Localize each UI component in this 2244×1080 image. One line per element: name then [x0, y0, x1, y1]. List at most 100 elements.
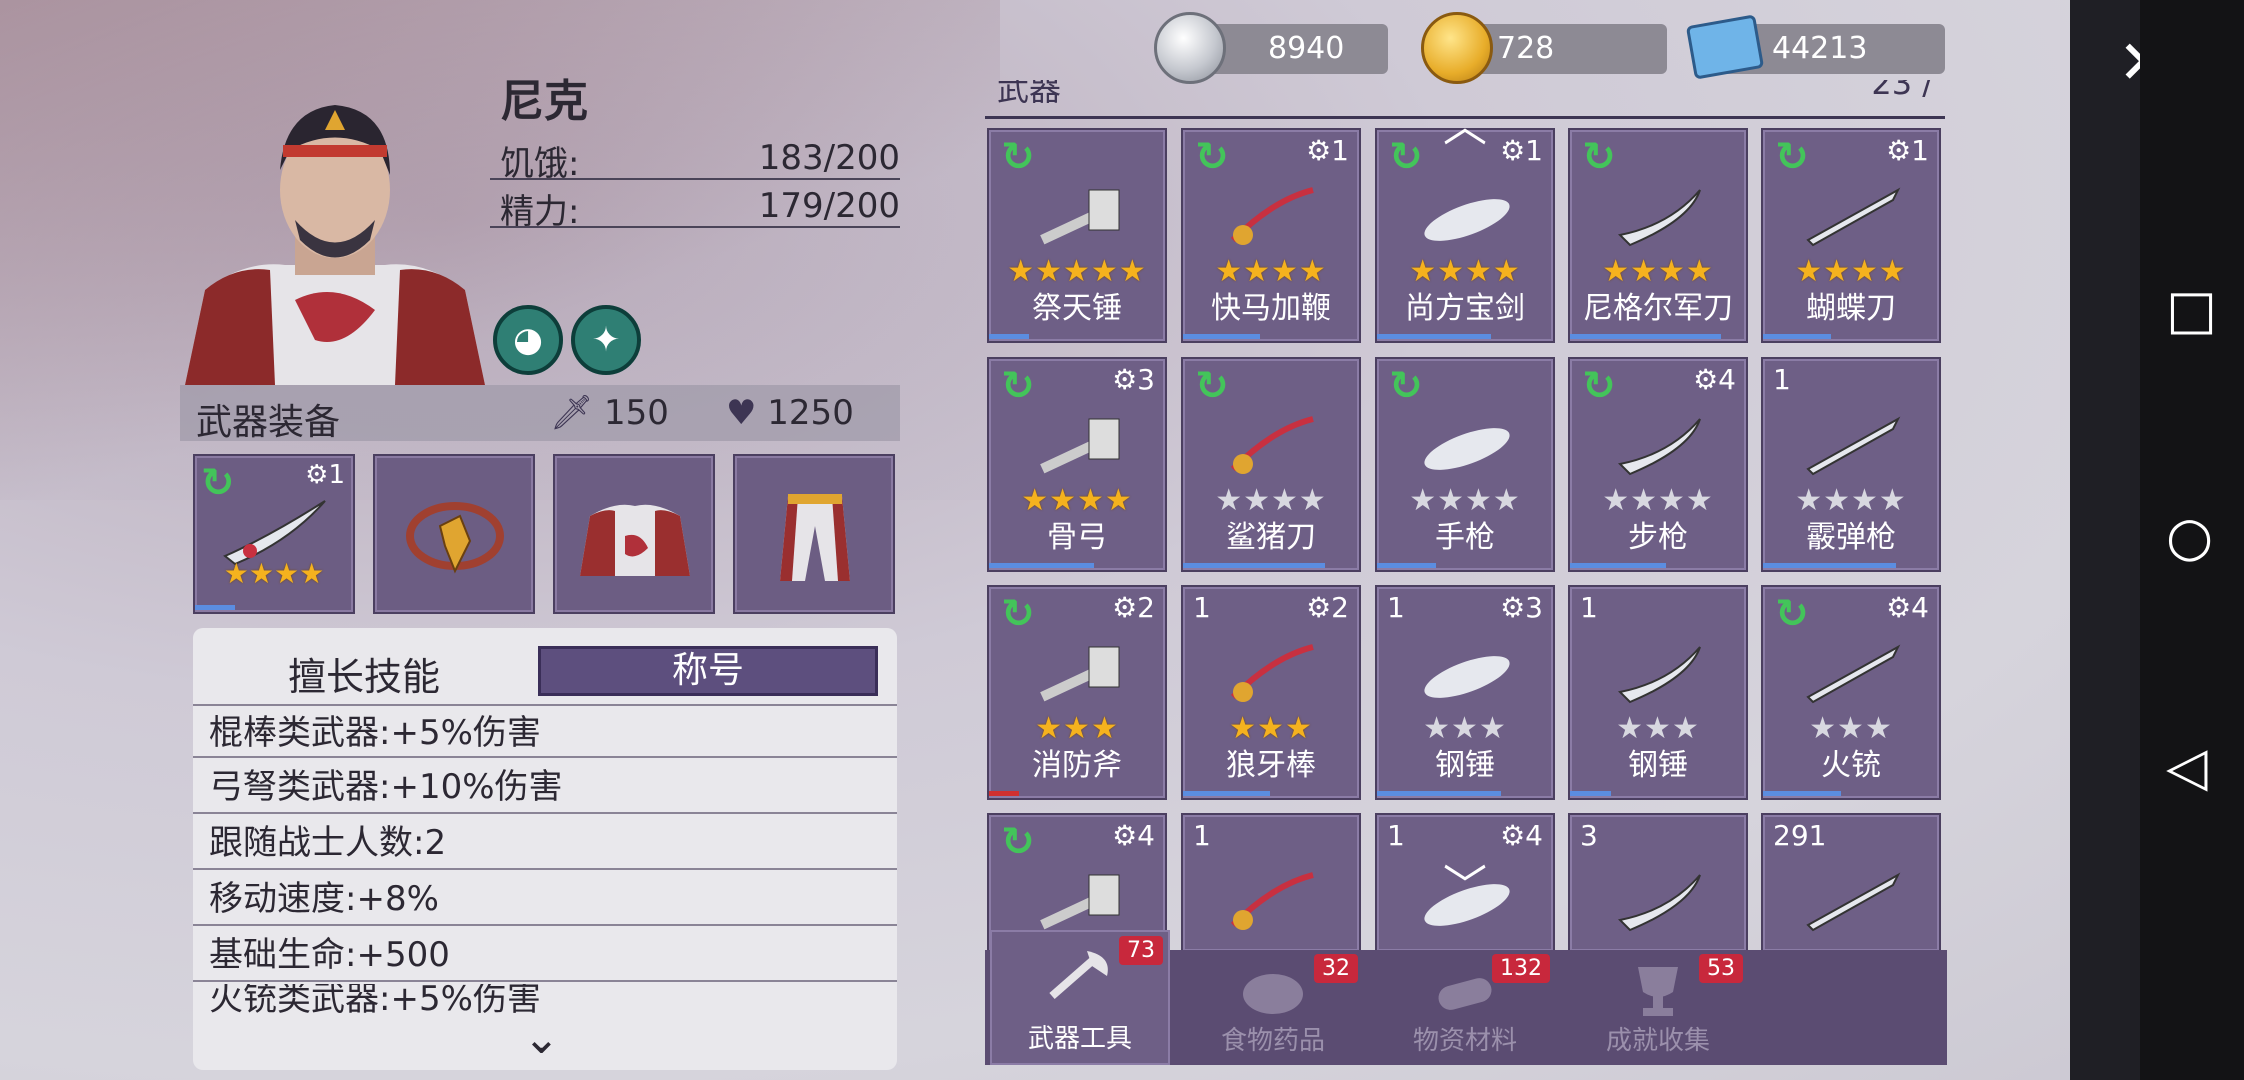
item-durability-bar — [989, 791, 1019, 796]
inventory-item-card[interactable]: 1 ★★★★ 霰弹枪 — [1761, 357, 1941, 572]
inventory-item-card[interactable]: ↻ ⚙2 ★★★ 消防斧 — [987, 585, 1167, 800]
inventory-item-card[interactable]: ↻ ★★★★ 手枪 — [1375, 357, 1555, 572]
refresh-icon: ↻ — [1001, 591, 1035, 637]
refresh-icon: ↻ — [1775, 134, 1809, 180]
gold-currency: 728 — [1421, 12, 1667, 84]
tab-materials[interactable]: 132 物资材料 — [1375, 950, 1555, 1065]
tab-skills[interactable]: 擅长技能 — [288, 646, 440, 701]
item-name: 狼牙棒 — [1226, 748, 1316, 783]
equip-slot-armor[interactable] — [553, 454, 715, 614]
armor-top-icon — [580, 504, 690, 576]
skill-row: 基础生命:+500 — [193, 928, 897, 982]
hunger-stat: 饥饿: 183/200 — [490, 132, 900, 184]
item-name: 鲨猪刀 — [1226, 520, 1316, 555]
item-durability-bar — [1377, 791, 1501, 796]
item-art-icon — [1424, 199, 1510, 241]
item-name: 快马加鞭 — [1211, 291, 1331, 326]
inventory-item-card[interactable]: ↻ ⚙3 ★★★★ 骨弓 — [987, 357, 1167, 572]
item-count: 1 — [1387, 591, 1405, 624]
item-art-icon — [1617, 418, 1701, 476]
inventory-item-card[interactable]: 1 — [1181, 813, 1361, 953]
item-count: 1 — [1193, 819, 1211, 852]
item-art-icon — [1806, 872, 1901, 932]
item-durability-bar — [1570, 334, 1721, 339]
inventory-item-card[interactable]: 1 ★★★ 钢锤 — [1568, 585, 1748, 800]
gold-coin-icon — [1421, 12, 1493, 84]
scroll-down-chevron-icon[interactable]: ⌄ — [523, 1013, 560, 1064]
tab-label: 食物药品 — [1220, 1026, 1325, 1056]
back-icon[interactable]: ◁ — [2166, 735, 2208, 798]
heart-icon: ♥ — [726, 393, 757, 433]
scroll-up-chevron-icon[interactable]: ︿ — [1425, 90, 1505, 152]
energy-stat: 精力: 179/200 — [490, 180, 900, 232]
refresh-icon: ↻ — [1582, 134, 1616, 180]
tab-title[interactable]: 称号 — [538, 646, 878, 696]
attack-value: 150 — [603, 393, 669, 433]
refresh-icon: ↻ — [1195, 363, 1229, 409]
inventory-item-card[interactable]: ↻ ⚙1 ★★★★ 蝴蝶刀 — [1761, 128, 1941, 343]
ticket-currency: 44213 — [1685, 14, 1945, 80]
weapon-level: ⚙1 — [305, 460, 345, 490]
inventory-category: 武器 — [997, 80, 1062, 108]
item-name: 手枪 — [1435, 520, 1495, 555]
inventory-item-card[interactable]: 1 ⚙2 ★★★ 狼牙棒 — [1181, 585, 1361, 800]
item-count: 1 — [1387, 819, 1405, 852]
recent-apps-icon[interactable]: □ — [2166, 278, 2217, 341]
item-art-icon — [1806, 416, 1901, 476]
inventory-item-card[interactable]: ↻ ⚙4 ★★★★ 步枪 — [1568, 357, 1748, 572]
sparkle-buff-icon[interactable]: ✦ — [571, 305, 641, 375]
stomach-buff-icon[interactable]: ◕ — [493, 305, 563, 375]
refresh-icon: ↻ — [1001, 819, 1035, 865]
inventory-item-card[interactable]: ↻ ⚙1 ★★★★ 尚方宝剑 — [1375, 128, 1555, 343]
home-icon[interactable]: ○ — [2166, 505, 2213, 568]
attack-stat: 🗡 150 — [550, 393, 669, 433]
inventory-item-card[interactable]: ↻ ⚙1 ★★★★ 快马加鞭 — [1181, 128, 1361, 343]
tab-label: 武器工具 — [1027, 1024, 1132, 1054]
item-level: ⚙3 — [1112, 363, 1155, 396]
item-durability-bar — [989, 563, 1094, 568]
tab-weapons-tools[interactable]: 73 武器工具 — [990, 930, 1170, 1065]
item-name: 尚方宝剑 — [1405, 291, 1525, 326]
item-durability-bar — [1183, 791, 1270, 796]
item-durability-bar — [1377, 334, 1491, 339]
item-level: ⚙2 — [1112, 591, 1155, 624]
inventory-item-card[interactable]: 291 — [1761, 813, 1941, 953]
inventory-item-card[interactable]: 3 — [1568, 813, 1748, 953]
item-art-icon — [1617, 189, 1701, 247]
skill-row: 弓弩类武器:+10%伤害 — [193, 760, 897, 814]
item-count: 291 — [1773, 819, 1827, 852]
item-name: 消防斧 — [1032, 748, 1122, 783]
equip-slot-pants[interactable] — [733, 454, 895, 614]
skill-row: 棍棒类武器:+5%伤害 — [193, 704, 897, 758]
item-name: 火铳 — [1821, 748, 1881, 783]
ticket-icon — [1685, 14, 1765, 80]
inventory-item-card[interactable]: ↻ ⚙4 ★★★ 火铳 — [1761, 585, 1941, 800]
item-art-icon — [1617, 646, 1701, 704]
skill-row: 移动速度:+8% — [193, 872, 897, 926]
inventory-item-card[interactable]: 1 ⚙3 ★★★ 钢锤 — [1375, 585, 1555, 800]
health-stat: ♥ 1250 — [726, 393, 854, 433]
item-count: 3 — [1580, 819, 1598, 852]
item-name: 霰弹枪 — [1806, 520, 1896, 555]
equip-slot-weapon[interactable]: ↻ ⚙1 ★★★★ — [193, 454, 355, 614]
item-level: ⚙2 — [1306, 591, 1349, 624]
tab-achievements[interactable]: 53 成就收集 — [1568, 950, 1748, 1065]
refresh-icon: ↻ — [1775, 591, 1809, 637]
inventory-item-card[interactable]: ↻ ★★★★ 尼格尔军刀 — [1568, 128, 1748, 343]
item-durability-bar — [1763, 334, 1831, 339]
item-name: 祭天锤 — [1032, 291, 1122, 326]
tab-food-medicine[interactable]: 32 食物药品 — [1183, 950, 1363, 1065]
item-name: 步枪 — [1628, 520, 1688, 555]
item-art-icon — [1040, 646, 1120, 702]
character-portrait — [185, 105, 485, 385]
scroll-down-chevron-icon[interactable]: ﹀ — [1425, 850, 1505, 912]
inventory-item-card[interactable]: ↻ ★★★★★ 祭天锤 — [987, 128, 1167, 343]
energy-label: 精力: — [500, 192, 580, 232]
inventory-item-card[interactable]: ↻ ★★★★ 鲨猪刀 — [1181, 357, 1361, 572]
item-count: 1 — [1193, 591, 1211, 624]
equip-slot-accessory[interactable] — [373, 454, 535, 614]
silver-coin-icon — [1154, 12, 1226, 84]
item-durability-bar — [1763, 791, 1841, 796]
item-durability-bar — [1377, 563, 1436, 568]
skills-panel: 擅长技能 称号 棍棒类武器:+5%伤害 弓弩类武器:+10%伤害 跟随战士人数:… — [193, 628, 897, 1070]
